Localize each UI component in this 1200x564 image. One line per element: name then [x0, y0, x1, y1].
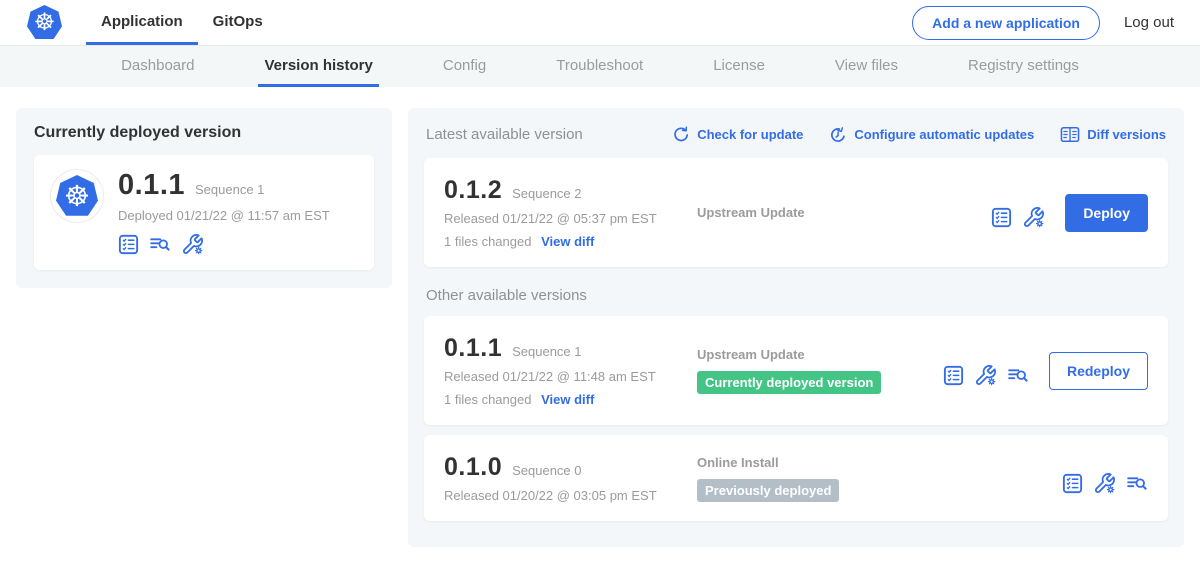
- helm-wheel-glyph: ☸: [64, 179, 90, 214]
- diff-versions-label: Diff versions: [1087, 127, 1166, 142]
- version-source-label: Upstream Update: [697, 347, 943, 362]
- release-notes-icon[interactable]: [943, 365, 964, 386]
- app-logo-ring: ☸: [50, 169, 104, 223]
- top-nav-tab-gitops[interactable]: GitOps: [198, 0, 278, 45]
- version-icon-row: [1062, 472, 1148, 495]
- schedule-update-icon: [829, 126, 847, 144]
- app-sub-nav: Dashboard Version history Config Troublesho…: [0, 46, 1200, 87]
- brand: ☸: [27, 0, 62, 45]
- version-status-badge: Previously deployed: [697, 479, 839, 502]
- version-status-badge: Currently deployed version: [697, 371, 881, 394]
- sequence-label: Sequence 0: [512, 463, 581, 478]
- sub-nav-tab-registry-settings[interactable]: Registry settings: [962, 46, 1085, 87]
- version-source-column: Upstream Update: [697, 205, 991, 220]
- version-actions-column: Redeploy: [943, 352, 1148, 390]
- logout-button[interactable]: Log out: [1124, 14, 1174, 31]
- version-source-label: Online Install: [697, 455, 1062, 470]
- files-changed-label: 1 files changed: [444, 234, 535, 249]
- diff-icon: [1060, 125, 1080, 144]
- sub-nav-tab-dashboard[interactable]: Dashboard: [115, 46, 200, 87]
- version-info-column: 0.1.0 Sequence 0 Released 01/20/22 @ 03:…: [444, 453, 697, 503]
- version-info-column: 0.1.2 Sequence 2 Released 01/21/22 @ 05:…: [444, 176, 697, 249]
- diff-versions-link[interactable]: Diff versions: [1060, 125, 1166, 144]
- other-version-list: 0.1.1 Sequence 1 Released 01/21/22 @ 11:…: [424, 316, 1168, 521]
- view-logs-icon[interactable]: [149, 235, 171, 254]
- files-changed-label: 1 files changed: [444, 392, 535, 407]
- edit-config-icon[interactable]: [974, 364, 997, 387]
- version-source-column: Online Install Previously deployed: [697, 455, 1062, 502]
- deployed-version-card: ☸ 0.1.1 Sequence 1 Deployed 01/21/22 @ 1…: [34, 155, 374, 270]
- add-application-button[interactable]: Add a new application: [912, 6, 1100, 40]
- main-content: Currently deployed version ☸ 0.1.1 Seque…: [0, 87, 1200, 547]
- helm-wheel-glyph: ☸: [34, 8, 56, 37]
- edit-config-icon[interactable]: [181, 233, 204, 256]
- version-icon-row: [991, 206, 1045, 229]
- files-changed-line: 1 files changed View diff: [444, 392, 697, 407]
- deployed-panel-title: Currently deployed version: [34, 124, 374, 142]
- configure-automatic-updates-label: Configure automatic updates: [854, 127, 1034, 142]
- deployed-version-info: 0.1.1 Sequence 1 Deployed 01/21/22 @ 11:…: [118, 169, 330, 256]
- files-changed-line: 1 files changed View diff: [444, 234, 697, 249]
- sequence-label: Sequence 2: [512, 186, 581, 201]
- app-logo-icon: ☸: [56, 175, 98, 217]
- deployed-icon-row: [118, 233, 330, 256]
- release-notes-icon[interactable]: [118, 234, 139, 255]
- deployed-version-number: 0.1.1: [118, 169, 185, 202]
- version-card-0.1.0: 0.1.0 Sequence 0 Released 01/20/22 @ 03:…: [424, 435, 1168, 521]
- released-date: Released 01/21/22 @ 11:48 am EST: [444, 369, 697, 384]
- version-source-label: Upstream Update: [697, 205, 991, 220]
- available-panel-header: Latest available version Check for updat…: [426, 125, 1166, 144]
- sequence-label: Sequence 1: [512, 344, 581, 359]
- deploy-button[interactable]: Deploy: [1065, 194, 1148, 232]
- currently-deployed-panel: Currently deployed version ☸ 0.1.1 Seque…: [16, 108, 392, 288]
- top-nav: ☸ ApplicationGitOps Add a new applicatio…: [0, 0, 1200, 46]
- sub-nav-tab-license[interactable]: License: [707, 46, 771, 87]
- release-notes-icon[interactable]: [991, 207, 1012, 228]
- version-number: 0.1.1: [444, 334, 502, 363]
- version-icon-row: [943, 364, 1029, 387]
- latest-version-list: 0.1.2 Sequence 2 Released 01/21/22 @ 05:…: [424, 158, 1168, 267]
- sub-nav-tab-troubleshoot[interactable]: Troubleshoot: [550, 46, 649, 87]
- top-nav-right: Add a new application Log out: [912, 0, 1200, 45]
- deployed-date: Deployed 01/21/22 @ 11:57 am EST: [118, 208, 330, 223]
- version-actions-column: [1062, 462, 1148, 495]
- version-info-column: 0.1.1 Sequence 1 Released 01/21/22 @ 11:…: [444, 334, 697, 407]
- version-actions-column: Deploy: [991, 194, 1148, 232]
- sub-nav-tab-version-history[interactable]: Version history: [258, 46, 378, 87]
- version-history-panel: Latest available version Check for updat…: [408, 108, 1184, 547]
- check-for-update-link[interactable]: Check for update: [672, 126, 803, 144]
- latest-available-title: Latest available version: [426, 126, 583, 143]
- sub-nav-tab-config[interactable]: Config: [437, 46, 492, 87]
- version-number: 0.1.0: [444, 453, 502, 482]
- version-card-0.1.1: 0.1.1 Sequence 1 Released 01/21/22 @ 11:…: [424, 316, 1168, 425]
- top-nav-tabs: ApplicationGitOps: [86, 0, 278, 45]
- view-diff-link[interactable]: View diff: [541, 392, 594, 407]
- sub-nav-tab-view-files[interactable]: View files: [829, 46, 904, 87]
- version-actions: Check for update Configure automatic upda…: [672, 125, 1166, 144]
- top-nav-tab-application[interactable]: Application: [86, 0, 198, 45]
- released-date: Released 01/20/22 @ 03:05 pm EST: [444, 488, 697, 503]
- version-card-0.1.2: 0.1.2 Sequence 2 Released 01/21/22 @ 05:…: [424, 158, 1168, 267]
- configure-automatic-updates-link[interactable]: Configure automatic updates: [829, 126, 1034, 144]
- version-number: 0.1.2: [444, 176, 502, 205]
- edit-config-icon[interactable]: [1022, 206, 1045, 229]
- view-logs-icon[interactable]: [1007, 366, 1029, 385]
- other-versions-title: Other available versions: [426, 287, 1166, 304]
- kubernetes-logo-icon: ☸: [27, 5, 62, 40]
- released-date: Released 01/21/22 @ 05:37 pm EST: [444, 211, 697, 226]
- release-notes-icon[interactable]: [1062, 473, 1083, 494]
- version-source-column: Upstream Update Currently deployed versi…: [697, 347, 943, 394]
- refresh-icon: [672, 126, 690, 144]
- view-diff-link[interactable]: View diff: [541, 234, 594, 249]
- view-logs-icon[interactable]: [1126, 474, 1148, 493]
- deployed-sequence-label: Sequence 1: [195, 182, 264, 197]
- redeploy-button[interactable]: Redeploy: [1049, 352, 1148, 390]
- edit-config-icon[interactable]: [1093, 472, 1116, 495]
- check-for-update-label: Check for update: [697, 127, 803, 142]
